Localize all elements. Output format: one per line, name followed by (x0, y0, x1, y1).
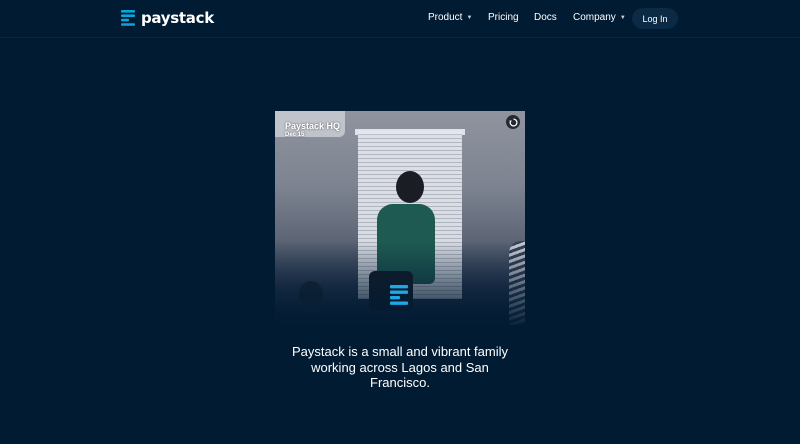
about-caption: Paystack is a small and vibrant family w… (291, 344, 509, 390)
replay-icon (508, 117, 518, 126)
nav-product-label: Product (428, 12, 463, 23)
nav-company[interactable]: Company ▼ (573, 12, 626, 23)
team-story-photo: Paystack HQ Dec 15 (275, 111, 525, 325)
brand-logo[interactable]: paystack (121, 9, 214, 27)
nav-docs[interactable]: Docs (534, 12, 557, 23)
replay-button[interactable] (506, 115, 520, 129)
chevron-down-icon: ▼ (466, 15, 473, 21)
photo-person-head (396, 171, 424, 203)
nav-product[interactable]: Product ▼ (428, 12, 472, 23)
photo-gradient-overlay (275, 241, 525, 325)
nav-pricing-label: Pricing (488, 12, 519, 23)
paystack-logo-icon (121, 10, 135, 26)
story-author: Paystack HQ (285, 121, 341, 131)
story-date: Dec 15 (285, 132, 305, 138)
brand-name: paystack (141, 9, 214, 27)
chevron-down-icon: ▼ (619, 15, 626, 21)
nav-docs-label: Docs (534, 12, 557, 23)
nav-pricing[interactable]: Pricing (488, 12, 519, 23)
paystack-mark-icon (390, 285, 408, 305)
login-button[interactable]: Log In (632, 8, 678, 29)
nav-company-label: Company (573, 12, 616, 23)
site-header: paystack Product ▼ Pricing Docs Company ▼ … (0, 0, 800, 38)
